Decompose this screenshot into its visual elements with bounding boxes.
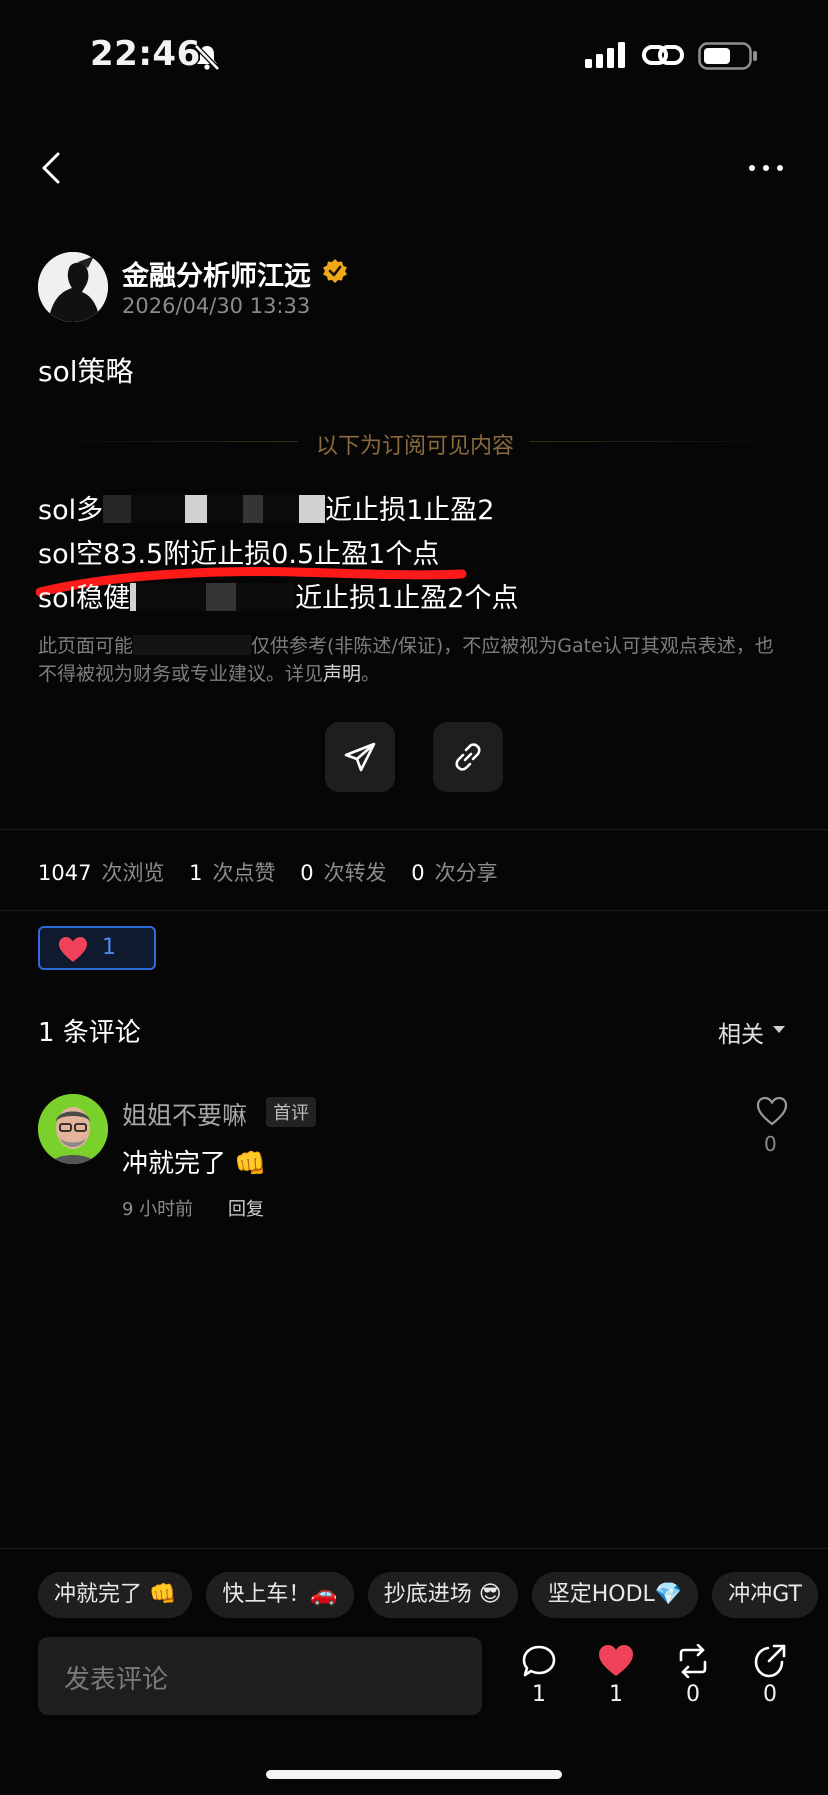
comment-like-count: 0 (764, 1132, 777, 1156)
bell-muted-icon (194, 44, 220, 71)
quick-reply-row: 冲就完了 👊 快上车！🚗 抄底进场 😎 坚定HODL💎 冲冲GT (38, 1572, 828, 1618)
redacted-block (130, 583, 296, 611)
strategy-line-steady: sol稳健 近止损1止盈2个点 (38, 576, 518, 615)
reply-button[interactable]: 回复 (228, 1195, 264, 1221)
reaction-count: 1 (102, 935, 116, 960)
redacted-block (133, 635, 252, 655)
heart-reaction-button[interactable]: 1 (38, 926, 156, 970)
strategy-line-long: sol多 近止损1止盈2 (38, 488, 494, 527)
quick-reply-chip[interactable]: 抄底进场 😎 (367, 1572, 518, 1618)
quick-reply-chip[interactable]: 冲就完了 👊 (38, 1572, 193, 1618)
quick-reply-chip[interactable]: 快上车！🚗 (206, 1572, 354, 1618)
disclaimer-text: 此页面可能 仅供参考(非陈述/保证)，不应被视为Gate认可其观点表述，也不得被视… (38, 632, 778, 688)
comment-action[interactable]: 1 (517, 1644, 561, 1714)
separator (0, 829, 828, 830)
strategy-line-long-suffix: 近止损1止盈2 (325, 495, 495, 526)
caret-down-icon[interactable] (773, 1026, 785, 1033)
commenter-name[interactable]: 姐姐不要嘛 (122, 1096, 247, 1132)
shares-label: 次分享 (434, 861, 498, 885)
paper-plane-icon (344, 742, 376, 772)
comment-input[interactable]: 发表评论 (38, 1637, 482, 1715)
comment-text: 冲就完了 👊 (122, 1149, 267, 1179)
share-action-count: 0 (763, 1682, 777, 1707)
shares-count: 0 (411, 861, 425, 885)
like-action[interactable]: 1 (594, 1644, 638, 1714)
post-title: sol策略 (38, 355, 134, 388)
separator (0, 910, 828, 911)
reposts-count: 0 (300, 861, 314, 885)
author-name[interactable]: 金融分析师江远 (122, 254, 311, 293)
separator (0, 1548, 828, 1549)
comment-sort-dropdown[interactable]: 相关 (718, 1015, 764, 1049)
comment-input-placeholder: 发表评论 (64, 1665, 169, 1695)
comments-header: 1 条评论 (38, 1018, 141, 1048)
link-icon (642, 45, 684, 65)
like-action-count: 1 (609, 1682, 623, 1707)
status-time: 22:46 (90, 34, 201, 74)
post-timestamp: 2026/04/30 13:33 (122, 294, 311, 318)
repost-action-count: 0 (686, 1682, 700, 1707)
first-comment-badge: 首评 (266, 1097, 316, 1127)
heart-icon (59, 937, 87, 962)
comment-action-count: 1 (532, 1682, 546, 1707)
quick-reply-chip[interactable]: 冲冲GT (712, 1572, 818, 1618)
strategy-line-steady-suffix: 近止损1止盈2个点 (295, 583, 519, 614)
views-count: 1047 (38, 861, 92, 885)
comment-like-icon[interactable] (756, 1096, 788, 1126)
repost-icon (679, 1644, 707, 1678)
reposts-label: 次转发 (323, 861, 387, 885)
copy-link-button[interactable] (433, 722, 503, 792)
subscriber-divider-label: 以下为订阅可见内容 (315, 434, 514, 459)
disclaimer-end: 。 (361, 663, 381, 685)
disclaimer-link[interactable]: 声明 (323, 663, 361, 685)
likes-label: 次点赞 (212, 861, 276, 885)
comment-bubble-icon (522, 1645, 556, 1677)
likes-count: 1 (189, 861, 203, 885)
redacted-block (103, 495, 326, 523)
author-avatar[interactable] (38, 252, 108, 322)
share-telegram-button[interactable] (325, 722, 395, 792)
strategy-line-steady-prefix: sol稳健 (38, 583, 131, 614)
divider-left (38, 441, 298, 442)
post-stats: 1047 次浏览 1 次点赞 0 次转发 0 次分享 (38, 857, 516, 887)
home-indicator[interactable] (266, 1770, 562, 1779)
share-action[interactable]: 0 (748, 1644, 792, 1714)
disclaimer-part-a: 此页面可能 (38, 635, 134, 657)
cellular-signal-icon (585, 42, 625, 68)
divider-right (530, 441, 790, 442)
share-arrow-icon (754, 1644, 786, 1678)
battery-icon (698, 42, 757, 70)
commenter-avatar[interactable] (38, 1094, 108, 1164)
comment-time: 9 小时前 (122, 1199, 194, 1220)
verified-badge-icon (323, 259, 347, 283)
quick-reply-chip[interactable]: 坚定HODL💎 (531, 1572, 699, 1618)
views-label: 次浏览 (101, 861, 165, 885)
back-icon[interactable] (38, 150, 66, 186)
link-chain-icon (455, 743, 481, 771)
more-options-icon[interactable] (746, 150, 786, 186)
heart-filled-icon (599, 1645, 633, 1676)
repost-action[interactable]: 0 (671, 1644, 715, 1714)
strategy-line-long-prefix: sol多 (38, 495, 104, 526)
